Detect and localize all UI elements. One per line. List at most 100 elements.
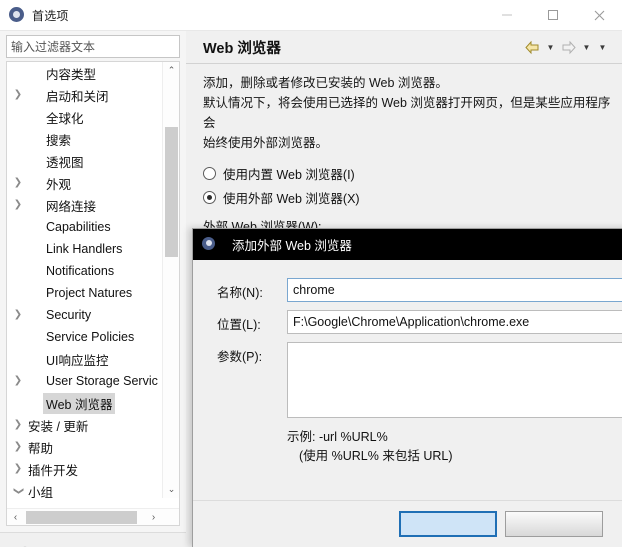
sidebar-item[interactable]: ❯ 帮助 xyxy=(7,436,162,458)
window-titlebar: 首选项 xyxy=(0,0,622,31)
sidebar-item[interactable]: 全球化 xyxy=(7,106,162,128)
sidebar-item[interactable]: ❯ 小组 xyxy=(7,480,162,499)
tree-vertical-scrollbar[interactable]: ⌃ ⌄ xyxy=(162,62,179,498)
preferences-window: 首选项 输入过滤器文本 内容类型 ❯ 启动和关闭 全球化 搜索 透视图 ❯ 外观 ❯ 网络连接 Ca… xyxy=(0,0,622,547)
horizontal-scroll-thumb[interactable] xyxy=(26,511,137,524)
back-icon[interactable] xyxy=(524,40,541,55)
content-nav: ▼ ▼ ▼ xyxy=(524,40,622,55)
name-field-row: 名称(N): chrome xyxy=(217,278,622,302)
name-input[interactable]: chrome xyxy=(287,278,622,302)
sidebar-item[interactable]: ❯ 安装 / 更新 xyxy=(7,414,162,436)
sidebar-item-label: Web 浏览器 xyxy=(43,392,116,414)
sidebar-item-label: 搜索 xyxy=(46,133,72,148)
dialog-footer xyxy=(193,500,622,547)
sidebar-item[interactable]: 搜索 xyxy=(7,128,162,150)
chevron-down-icon[interactable]: ❯ xyxy=(13,484,24,498)
minimize-button[interactable] xyxy=(484,0,530,31)
filter-input[interactable]: 输入过滤器文本 xyxy=(6,35,180,58)
arguments-label: 参数(P): xyxy=(217,350,263,364)
name-label: 名称(N): xyxy=(217,286,263,300)
help-icon[interactable]: ? xyxy=(14,544,38,547)
chevron-right-icon[interactable]: ❯ xyxy=(11,442,25,452)
radio-internal-icon[interactable] xyxy=(203,167,216,180)
tree-items: 内容类型 ❯ 启动和关闭 全球化 搜索 透视图 ❯ 外观 ❯ 网络连接 Capabilities Li… xyxy=(7,62,162,499)
content-header: Web 浏览器 ▼ ▼ ▼ xyxy=(186,31,622,64)
location-field-row: 位置(L): F:\Google\Chrome\Application\chro… xyxy=(217,310,622,334)
radio-internal-label: 使用内置 Web 浏览器(I) xyxy=(223,168,355,182)
radio-external-label: 使用外部 Web 浏览器(X) xyxy=(223,192,360,206)
sidebar-item[interactable]: 透视图 xyxy=(7,150,162,172)
sidebar-item[interactable]: 内容类型 xyxy=(7,62,162,84)
scroll-down-icon[interactable]: ⌄ xyxy=(163,481,179,498)
window-title: 首选项 xyxy=(32,8,69,23)
location-label: 位置(L): xyxy=(217,318,261,332)
dialog-ok-button[interactable] xyxy=(399,511,497,537)
description-line-1: 添加，删除或者修改已安装的 Web 浏览器。 xyxy=(203,76,448,90)
sidebar-item-label: 帮助 xyxy=(28,441,54,456)
sidebar-item-label: 安装 / 更新 xyxy=(28,419,89,434)
sidebar-item-label: Security xyxy=(46,308,92,322)
sidebar-item[interactable]: Capabilities xyxy=(7,216,162,238)
radio-internal-browser[interactable]: 使用内置 Web 浏览器(I) xyxy=(203,164,355,183)
page-title: Web 浏览器 xyxy=(203,40,281,57)
sidebar-item[interactable]: ❯ Security xyxy=(7,304,162,326)
forward-icon[interactable] xyxy=(560,40,577,55)
chevron-right-icon[interactable]: ❯ xyxy=(11,376,25,386)
sidebar-item-label: 插件开发 xyxy=(28,463,79,478)
sidebar-item[interactable]: ❯ 启动和关闭 xyxy=(7,84,162,106)
sidebar-item-label: UI响应监控 xyxy=(46,353,109,368)
sidebar-item-label: 全球化 xyxy=(46,111,84,126)
import-icon[interactable] xyxy=(49,544,73,547)
export-icon[interactable] xyxy=(84,544,108,547)
radio-external-browser[interactable]: 使用外部 Web 浏览器(X) xyxy=(203,188,360,207)
sidebar-item-label: Project Natures xyxy=(46,286,133,300)
chevron-right-icon[interactable]: ❯ xyxy=(11,310,25,320)
window-controls xyxy=(484,0,622,31)
arguments-input[interactable] xyxy=(287,342,622,418)
dialog-body: 名称(N): chrome 位置(L): F:\Google\Chrome\Ap… xyxy=(193,260,622,547)
sidebar-item[interactable]: Link Handlers xyxy=(7,238,162,260)
scroll-right-icon[interactable]: › xyxy=(145,509,162,525)
sidebar-item[interactable]: Notifications xyxy=(7,260,162,282)
sidebar-item[interactable]: ❯ User Storage Servic xyxy=(7,370,162,392)
dialog-cancel-button[interactable] xyxy=(505,511,603,537)
sidebar-item[interactable]: ❯ 外观 xyxy=(7,172,162,194)
sidebar-item[interactable]: Service Policies xyxy=(7,326,162,348)
close-button[interactable] xyxy=(576,0,622,31)
sidebar-item[interactable]: ❯ 插件开发 xyxy=(7,458,162,480)
example-line-1: 示例: -url %URL% xyxy=(287,430,388,444)
sidebar-item-label: Link Handlers xyxy=(46,242,123,256)
tree-horizontal-scrollbar[interactable]: ‹ › xyxy=(7,508,179,525)
sidebar-item-label: 启动和关闭 xyxy=(46,89,109,104)
preferences-sidebar: 输入过滤器文本 内容类型 ❯ 启动和关闭 全球化 搜索 透视图 ❯ 外观 ❯ 网络连接 Capabi… xyxy=(0,31,186,547)
back-dropdown-icon[interactable]: ▼ xyxy=(544,43,557,52)
maximize-button[interactable] xyxy=(530,0,576,31)
sidebar-item-label: 网络连接 xyxy=(46,199,97,214)
gear-icon xyxy=(9,7,25,23)
chevron-right-icon[interactable]: ❯ xyxy=(11,420,25,430)
example-line-2: (使用 %URL% 来包括 URL) xyxy=(299,449,453,463)
description-line-2: 默认情况下，将会使用已选择的 Web 浏览器打开网页，但是某些应用程序会 xyxy=(203,96,611,130)
dialog-title: 添加外部 Web 浏览器 xyxy=(232,239,352,253)
sidebar-item[interactable]: ❯ 网络连接 xyxy=(7,194,162,216)
dialog-titlebar: 添加外部 Web 浏览器 xyxy=(193,229,622,260)
radio-external-icon[interactable] xyxy=(203,191,216,204)
sidebar-item[interactable]: Web 浏览器 xyxy=(7,392,162,414)
chevron-right-icon[interactable]: ❯ xyxy=(11,178,25,188)
preferences-tree: 内容类型 ❯ 启动和关闭 全球化 搜索 透视图 ❯ 外观 ❯ 网络连接 Capabilities Li… xyxy=(6,61,180,526)
forward-dropdown-icon[interactable]: ▼ xyxy=(580,43,593,52)
page-description: 添加，删除或者修改已安装的 Web 浏览器。 默认情况下，将会使用已选择的 We… xyxy=(203,73,615,153)
apply-icon[interactable] xyxy=(119,544,143,547)
view-menu-icon[interactable]: ▼ xyxy=(596,43,609,52)
chevron-right-icon[interactable]: ❯ xyxy=(11,200,25,210)
preferences-bottom-toolbar: ? xyxy=(0,532,186,547)
sidebar-item-label: 小组 xyxy=(28,485,54,499)
scroll-up-icon[interactable]: ⌃ xyxy=(163,62,179,79)
chevron-right-icon[interactable]: ❯ xyxy=(11,90,25,100)
location-input[interactable]: F:\Google\Chrome\Application\chrome.exe xyxy=(287,310,622,334)
chevron-right-icon[interactable]: ❯ xyxy=(11,464,25,474)
vertical-scroll-thumb[interactable] xyxy=(165,127,178,257)
sidebar-item[interactable]: Project Natures xyxy=(7,282,162,304)
sidebar-item[interactable]: UI响应监控 xyxy=(7,348,162,370)
scroll-left-icon[interactable]: ‹ xyxy=(7,509,24,525)
